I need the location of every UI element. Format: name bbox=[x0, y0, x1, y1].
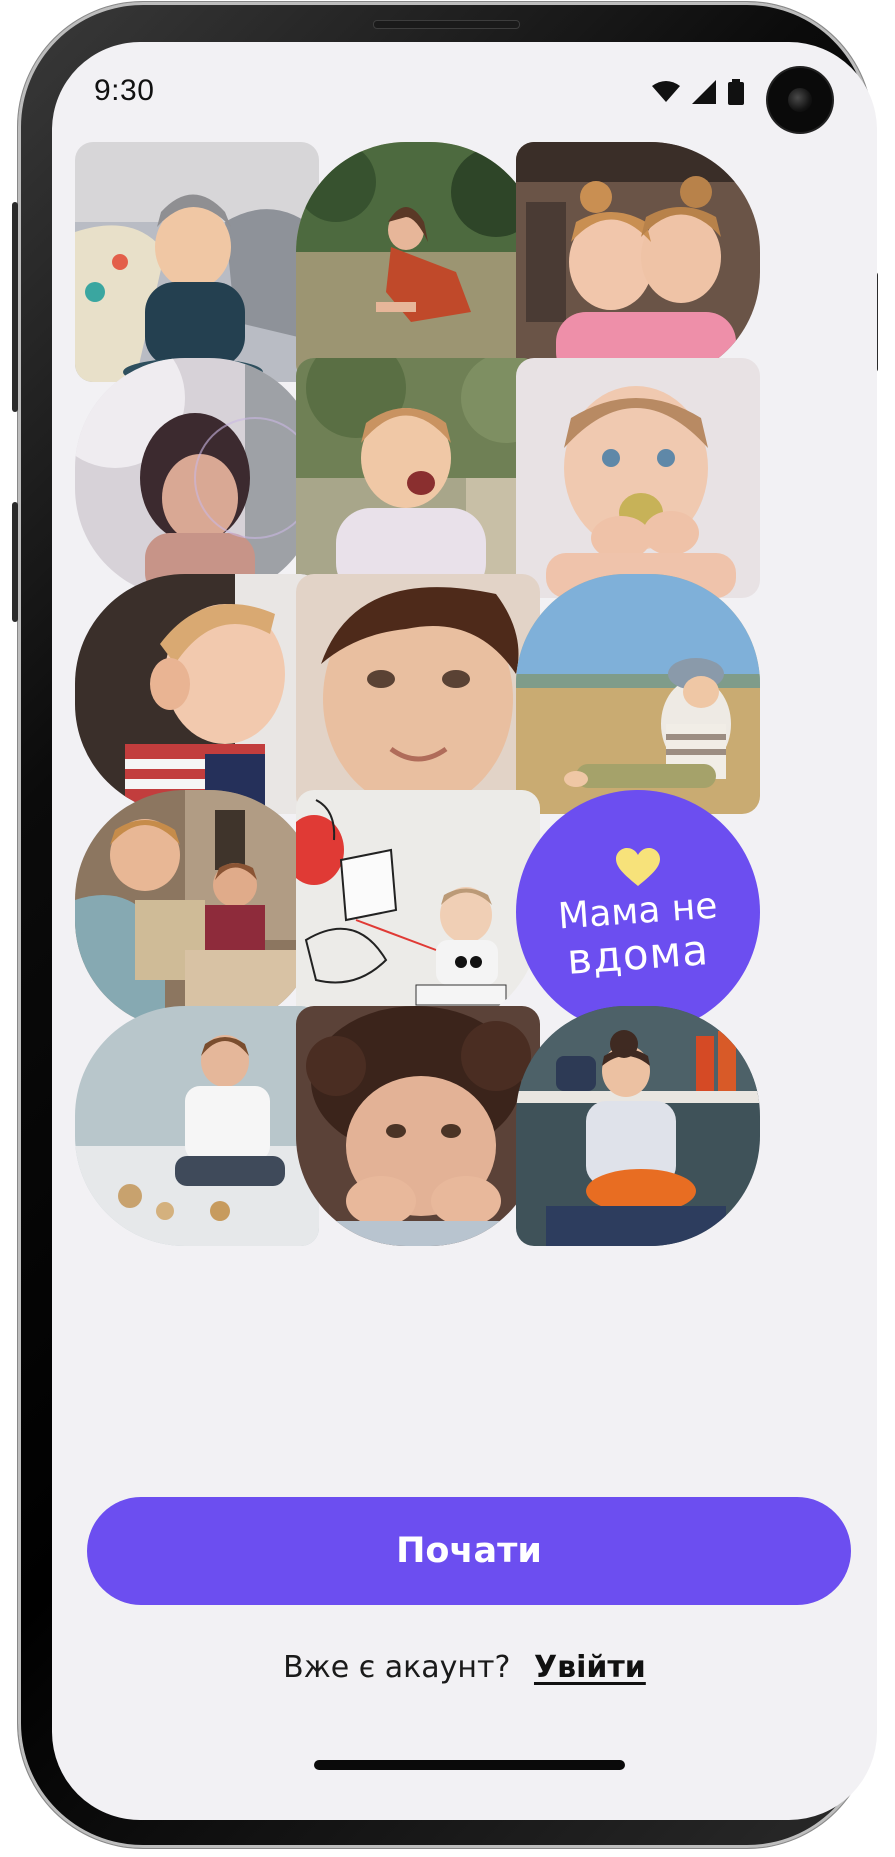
photo-girl-curly-hair bbox=[75, 358, 319, 598]
account-prompt: Вже є акаунт? Увійти bbox=[52, 1650, 877, 1685]
photo-baby-on-beach bbox=[516, 574, 760, 814]
photo-baby-laughing bbox=[296, 358, 540, 598]
photo-baby-panda-shirt bbox=[296, 790, 540, 1030]
photo-kids-drawing bbox=[75, 790, 319, 1030]
start-button[interactable]: Почати bbox=[87, 1497, 851, 1605]
photo-girl-in-grass bbox=[296, 142, 540, 382]
photo-curly-toddler bbox=[296, 1006, 540, 1246]
photo-toddler-on-bed bbox=[75, 142, 319, 382]
brand-name-line2: вдома bbox=[565, 925, 711, 984]
photo-boy-smiling bbox=[296, 574, 540, 814]
photo-boy-playing-floor bbox=[75, 1006, 319, 1246]
phone-frame: 9:30 Мама не вдома Почати Вже є акаунт? … bbox=[12, 2, 878, 1848]
volume-up-button bbox=[12, 202, 18, 412]
photo-two-girls-hugging bbox=[516, 142, 760, 382]
photo-girl-cooking bbox=[516, 1006, 760, 1246]
earpiece-speaker bbox=[373, 20, 520, 29]
login-link[interactable]: Увійти bbox=[534, 1650, 646, 1685]
photo-baby-eating bbox=[516, 358, 760, 598]
account-prompt-text: Вже є акаунт? bbox=[283, 1650, 511, 1685]
app-screen: 9:30 Мама не вдома Почати Вже є акаунт? … bbox=[52, 42, 877, 1820]
heart-icon bbox=[616, 848, 660, 886]
photo-toddler-profile bbox=[75, 574, 319, 814]
home-indicator[interactable] bbox=[314, 1760, 625, 1770]
volume-down-button bbox=[12, 502, 18, 622]
photo-grid: Мама не вдома bbox=[52, 42, 877, 1246]
brand-logo-tile: Мама не вдома bbox=[516, 790, 760, 1034]
